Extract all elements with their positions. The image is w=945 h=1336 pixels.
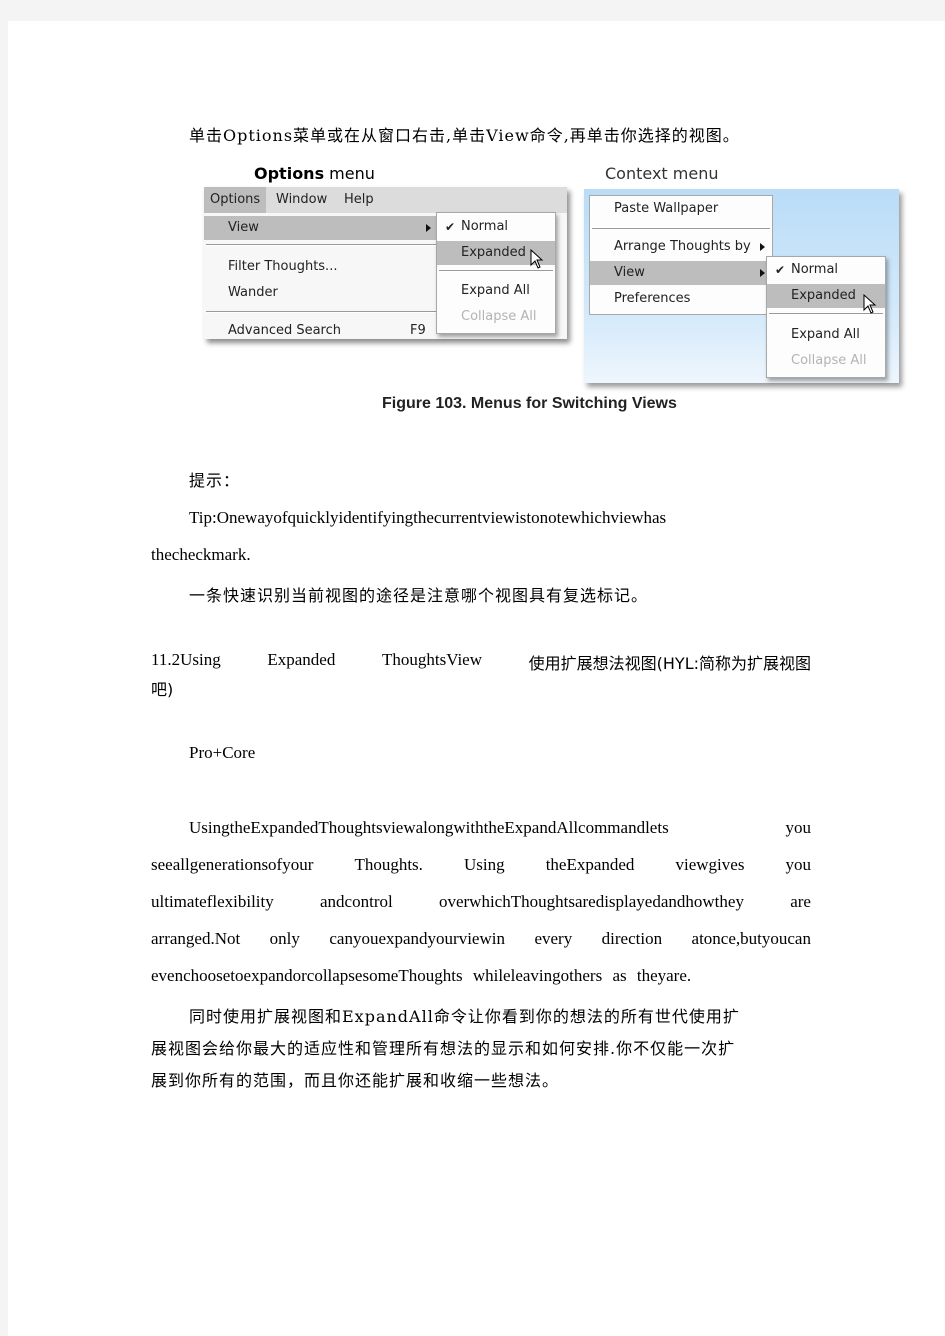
tip-en-line1: Tip:Onewayofquicklyidentifyingthecurrent… — [189, 508, 667, 527]
heading-word: ThoughtsView — [381, 650, 483, 669]
body-en-line: arranged.Not only canyouexpandyourviewin… — [151, 929, 811, 949]
menu-separator — [206, 244, 437, 246]
word: Thoughts. — [354, 855, 423, 874]
tip-cn: 一条快速识别当前视图的途径是注意哪个视图具有复选标记。 — [189, 586, 649, 605]
word: ultimateflexibility — [151, 892, 274, 911]
body-en-line-last: evenchoosetoexpandorcollapsesomeThoughts… — [151, 966, 691, 986]
word: atonce,butyoucan — [691, 929, 811, 948]
ctx-item-paste-wallpaper[interactable]: Paste Wallpaper — [590, 197, 772, 221]
menubar-window[interactable]: Window — [276, 192, 327, 207]
word: are — [790, 892, 811, 911]
submenu-item-normal[interactable]: ✔ Normal — [437, 215, 555, 239]
body-en-line: ultimateflexibility andcontrol overwhich… — [151, 892, 811, 912]
menu-separator — [592, 228, 770, 230]
menu-item-advanced-search-label: Advanced Search — [228, 323, 342, 338]
body-cn-line: 展到你所有的范围，而且你还能扩展和收缩一些想法。 — [151, 1071, 560, 1090]
submenu-arrow-icon — [426, 224, 431, 232]
submenu-item-expand-all[interactable]: Expand All — [437, 279, 555, 303]
menubar-help[interactable]: Help — [344, 192, 374, 207]
checkmark-icon: ✔ — [445, 220, 456, 234]
menubar-options[interactable]: Options — [204, 187, 267, 213]
submenu-item-collapse-all: Collapse All — [791, 353, 867, 368]
word: seeallgenerationsofyour — [151, 855, 314, 874]
mouse-cursor-icon — [530, 249, 544, 269]
document-page: 单击Options菜单或在从窗口右击,单击View命令,再单击你选择的视图。 O… — [8, 21, 945, 1336]
view-submenu-context: ✔ Normal Expanded Expand All Collapse Al… — [766, 256, 886, 378]
submenu-item-collapse-all: Collapse All — [461, 309, 537, 324]
context-menu: Paste Wallpaper Arrange Thoughts by View… — [589, 195, 773, 315]
mouse-cursor-icon — [863, 294, 877, 314]
word: direction — [601, 929, 663, 948]
submenu-arrow-icon — [760, 269, 765, 277]
word: overwhichThoughtsaredisplayedandhowthey — [438, 892, 744, 911]
edition-label: Pro+Core — [189, 743, 256, 762]
heading-word: Expanded — [267, 650, 336, 669]
word: andcontrol — [320, 892, 393, 911]
submenu-item-expand-all[interactable]: Expand All — [767, 323, 885, 347]
word: viewgives — [675, 855, 745, 874]
word: evenchoosetoexpandorcollapsesomeThoughts — [151, 966, 463, 985]
heading-word: 11.2Using — [151, 650, 221, 669]
submenu-item-normal-label: Normal — [791, 262, 839, 277]
submenu-arrow-icon — [760, 243, 765, 251]
figure-caption: Figure 103. Menus for Switching Views — [382, 395, 677, 412]
intro-text: 单击Options菜单或在从窗口右击,单击View命令,再单击你选择的视图。 — [189, 126, 740, 145]
word: theExpanded — [545, 855, 635, 874]
heading-word: 使用扩展想法视图(HYL:简称为扩展视图 — [528, 654, 811, 673]
options-label-rest: menu — [324, 164, 375, 183]
word: Using — [464, 855, 505, 874]
menu-separator — [439, 270, 553, 272]
context-menu-label: Context menu — [605, 164, 719, 183]
checkmark-icon: ✔ — [775, 263, 786, 277]
ctx-item-view-label: View — [614, 265, 645, 280]
menu-item-view[interactable]: View — [204, 216, 437, 240]
menu-item-view-label: View — [228, 220, 259, 235]
body-en-line: seeallgenerationsofyour Thoughts. Using … — [151, 855, 811, 875]
body-en-line: UsingtheExpandedThoughtsviewalongwiththe… — [189, 818, 811, 838]
word: as — [612, 966, 627, 985]
word: every — [534, 929, 573, 948]
submenu-item-normal-label: Normal — [461, 219, 509, 234]
menu-separator — [206, 311, 437, 313]
options-menu-label: Options menu — [254, 164, 375, 183]
ctx-item-arrange-thoughts[interactable]: Arrange Thoughts by — [590, 235, 772, 259]
view-submenu-options: ✔ Normal Expanded Expand All Collapse Al… — [436, 212, 556, 334]
word: arranged.Not — [151, 929, 241, 948]
options-label-bold: Options — [254, 164, 325, 183]
ctx-item-arrange-thoughts-label: Arrange Thoughts by — [614, 239, 751, 254]
ctx-item-view[interactable]: View — [590, 261, 772, 285]
word: canyouexpandyourviewin — [329, 929, 505, 948]
word: you — [785, 818, 812, 837]
tip-en-line2: thecheckmark. — [151, 545, 251, 564]
submenu-item-normal[interactable]: ✔ Normal — [767, 258, 885, 282]
section-heading: 11.2Using Expanded ThoughtsView 使用扩展想法视图… — [151, 650, 811, 674]
word: whileleavingothers — [472, 966, 603, 985]
ctx-item-preferences[interactable]: Preferences — [590, 287, 772, 311]
word: theyare. — [636, 966, 692, 985]
word: only — [269, 929, 300, 948]
body-cn-line: 同时使用扩展视图和ExpandAll命令让你看到你的想法的所有世代使用扩 — [189, 1007, 740, 1026]
word: UsingtheExpandedThoughtsviewalongwiththe… — [189, 818, 669, 837]
section-heading-line2: 吧) — [151, 680, 174, 699]
body-cn-line: 展视图会给你最大的适应性和管理所有想法的显示和如何安排.你不仅能一次扩 — [151, 1039, 736, 1058]
word: you — [785, 855, 812, 874]
tip-label: 提示： — [189, 471, 241, 490]
menubar: Options Window Help — [204, 187, 567, 213]
shortcut-f9: F9 — [410, 323, 426, 338]
